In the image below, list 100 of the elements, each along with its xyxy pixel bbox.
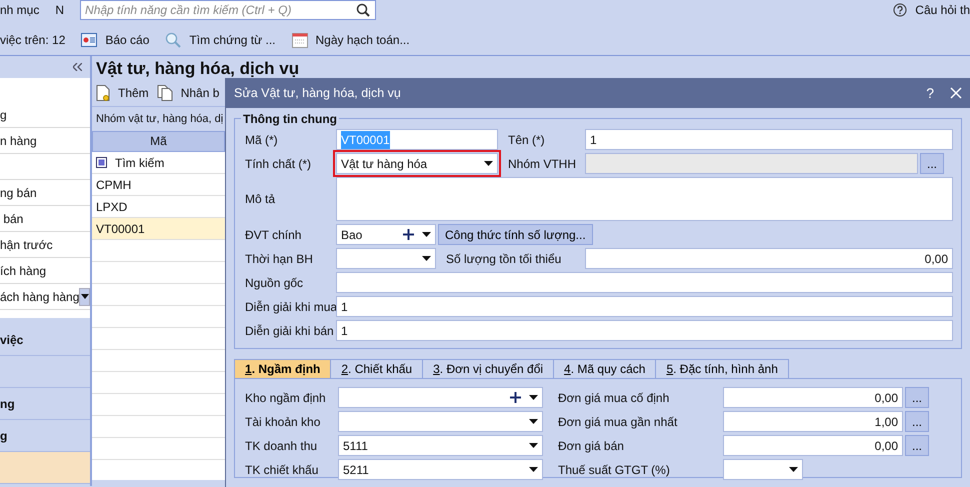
tab[interactable]: 3. Đơn vị chuyển đổi bbox=[422, 359, 554, 378]
more-button[interactable]: ... bbox=[905, 387, 930, 408]
input-field[interactable] bbox=[585, 153, 918, 174]
more-button[interactable]: ... bbox=[905, 435, 930, 456]
dropdown-field[interactable] bbox=[338, 411, 543, 432]
dropdown-field[interactable] bbox=[723, 459, 803, 480]
field-label: Tên (*) bbox=[507, 132, 546, 148]
field-label: Nhóm VTHH bbox=[507, 156, 578, 172]
field-label: Nguồn gốc bbox=[244, 274, 304, 292]
column-header[interactable]: Mã bbox=[92, 131, 225, 152]
sidebar-item[interactable]: hận trước bbox=[0, 236, 53, 254]
sidebar-item[interactable]: ng bán bbox=[0, 184, 37, 202]
dropdown-field[interactable] bbox=[336, 248, 436, 269]
toolbar-button[interactable]: Thêm bbox=[118, 84, 149, 102]
sidebar-section[interactable]: ng bbox=[0, 388, 90, 420]
dropdown-button[interactable] bbox=[79, 288, 90, 306]
table-cell-text: LPXD bbox=[96, 198, 128, 216]
sidebar-item[interactable]: ích hàng bbox=[0, 262, 46, 280]
field-label: Tính chất (*) bbox=[244, 156, 312, 172]
help-link[interactable]: Câu hỏi th bbox=[915, 1, 970, 19]
caret-icon bbox=[422, 256, 431, 261]
formula-button[interactable]: Công thức tính số lượng... bbox=[438, 224, 593, 245]
caret-icon bbox=[789, 467, 798, 472]
number-field[interactable]: 0,00 bbox=[723, 387, 903, 408]
group-label: Nhóm vật tư, hàng hóa, dị bbox=[96, 113, 224, 125]
field-label: Diễn giải khi bán bbox=[244, 322, 335, 340]
dropdown-field[interactable]: 5111 bbox=[338, 435, 543, 456]
input-field[interactable]: 1 bbox=[585, 129, 953, 150]
field-label: TK doanh thu bbox=[244, 438, 318, 454]
toolbar-button[interactable]: Báo cáo bbox=[105, 30, 150, 48]
field-label: Mã (*) bbox=[244, 132, 279, 148]
caret-icon bbox=[529, 419, 538, 424]
toolbar-button[interactable]: Tìm chứng từ ... bbox=[189, 30, 276, 48]
tab[interactable]: 5. Đặc tính, hình ảnh bbox=[655, 359, 789, 378]
close-icon[interactable] bbox=[950, 87, 962, 99]
caret-icon bbox=[529, 443, 538, 448]
sidebar-section[interactable]: việc bbox=[0, 324, 90, 356]
input-field[interactable]: 1 bbox=[336, 296, 953, 317]
more-button[interactable]: ... bbox=[905, 411, 930, 432]
dialog-title: Sửa Vật tư, hàng hóa, dịch vụ bbox=[234, 84, 401, 102]
menu-letter[interactable]: N bbox=[55, 1, 64, 19]
search-field[interactable]: Nhập tính năng cần tìm kiếm (Ctrl + Q) bbox=[80, 0, 376, 20]
field-label: Số lượng tồn tối thiểu bbox=[445, 250, 562, 268]
filter-checkbox[interactable] bbox=[96, 157, 107, 168]
input-field[interactable] bbox=[336, 272, 953, 293]
field-label: Diễn giải khi mua bbox=[244, 298, 336, 316]
tab[interactable]: 1. Ngầm định bbox=[234, 359, 332, 378]
menu-label[interactable]: nh mục bbox=[0, 1, 40, 19]
add-icon[interactable] bbox=[510, 392, 521, 403]
toolbar-button[interactable]: Nhân b bbox=[180, 84, 220, 102]
copy-icon bbox=[156, 84, 173, 100]
table-row[interactable]: CPMH bbox=[92, 174, 225, 196]
caret-icon bbox=[80, 294, 89, 299]
number-field[interactable]: 1,00 bbox=[723, 411, 903, 432]
field-label: Đơn giá bán bbox=[557, 438, 625, 454]
new-document-icon bbox=[96, 84, 110, 100]
help-button[interactable]: ? bbox=[926, 82, 934, 104]
field-label: Kho ngầm định bbox=[244, 390, 327, 406]
calendar-icon bbox=[292, 32, 308, 48]
field-label: Mô tả bbox=[244, 191, 276, 208]
add-icon[interactable] bbox=[403, 229, 414, 240]
input-field[interactable]: 1 bbox=[336, 320, 953, 341]
field-label: Thuế suất GTGT (%) bbox=[557, 462, 671, 478]
tab[interactable]: 2. Chiết khấu bbox=[330, 359, 424, 378]
caret-icon bbox=[484, 161, 493, 166]
table-row[interactable]: VT00001 bbox=[92, 218, 225, 240]
toolbar-button[interactable]: Ngày hạch toán... bbox=[316, 30, 410, 48]
sidebar-section[interactable] bbox=[0, 452, 90, 484]
collapse-icon[interactable] bbox=[73, 63, 82, 71]
sidebar-item[interactable]: ách hàng hàng bbox=[0, 288, 80, 306]
dropdown-field[interactable] bbox=[338, 387, 543, 408]
caret-icon bbox=[529, 395, 538, 400]
filter-label: Tìm kiếm bbox=[115, 154, 164, 172]
help-icon[interactable] bbox=[893, 3, 908, 17]
page-title: Vật tư, hàng hóa, dịch vụ bbox=[96, 59, 300, 79]
field-label: TK chiết khấu bbox=[244, 462, 320, 478]
description-field[interactable] bbox=[336, 177, 953, 221]
search-icon[interactable] bbox=[356, 3, 370, 17]
table-cell-text: CPMH bbox=[96, 176, 132, 194]
field-label: Tài khoản kho bbox=[244, 414, 322, 430]
sidebar-item[interactable]: bán bbox=[0, 210, 24, 228]
tab[interactable]: 4. Mã quy cách bbox=[553, 359, 656, 378]
sidebar-item[interactable]: g bbox=[0, 106, 7, 124]
dropdown-field[interactable]: 5211 bbox=[338, 459, 543, 480]
report-icon bbox=[81, 32, 98, 46]
field-label: ĐVT chính bbox=[244, 226, 302, 244]
caret-icon bbox=[422, 232, 431, 237]
dropdown-field[interactable]: Bao bbox=[336, 224, 436, 245]
table-row[interactable]: LPXD bbox=[92, 196, 225, 218]
caret-icon bbox=[529, 467, 538, 472]
number-field[interactable]: 0,00 bbox=[585, 248, 953, 269]
sidebar-item[interactable]: n hàng bbox=[0, 132, 37, 150]
number-field[interactable]: 0,00 bbox=[723, 435, 903, 456]
more-button[interactable]: ... bbox=[920, 153, 944, 174]
toolbar-label: việc trên: 12 bbox=[0, 32, 66, 48]
field-label: Thời hạn BH bbox=[244, 250, 314, 268]
table-cell-text: VT00001 bbox=[96, 220, 145, 238]
search-icon bbox=[165, 32, 182, 48]
field-label: Đơn giá mua cố định bbox=[557, 390, 670, 406]
dropdown-field[interactable]: Vật tư hàng hóa bbox=[336, 153, 498, 174]
